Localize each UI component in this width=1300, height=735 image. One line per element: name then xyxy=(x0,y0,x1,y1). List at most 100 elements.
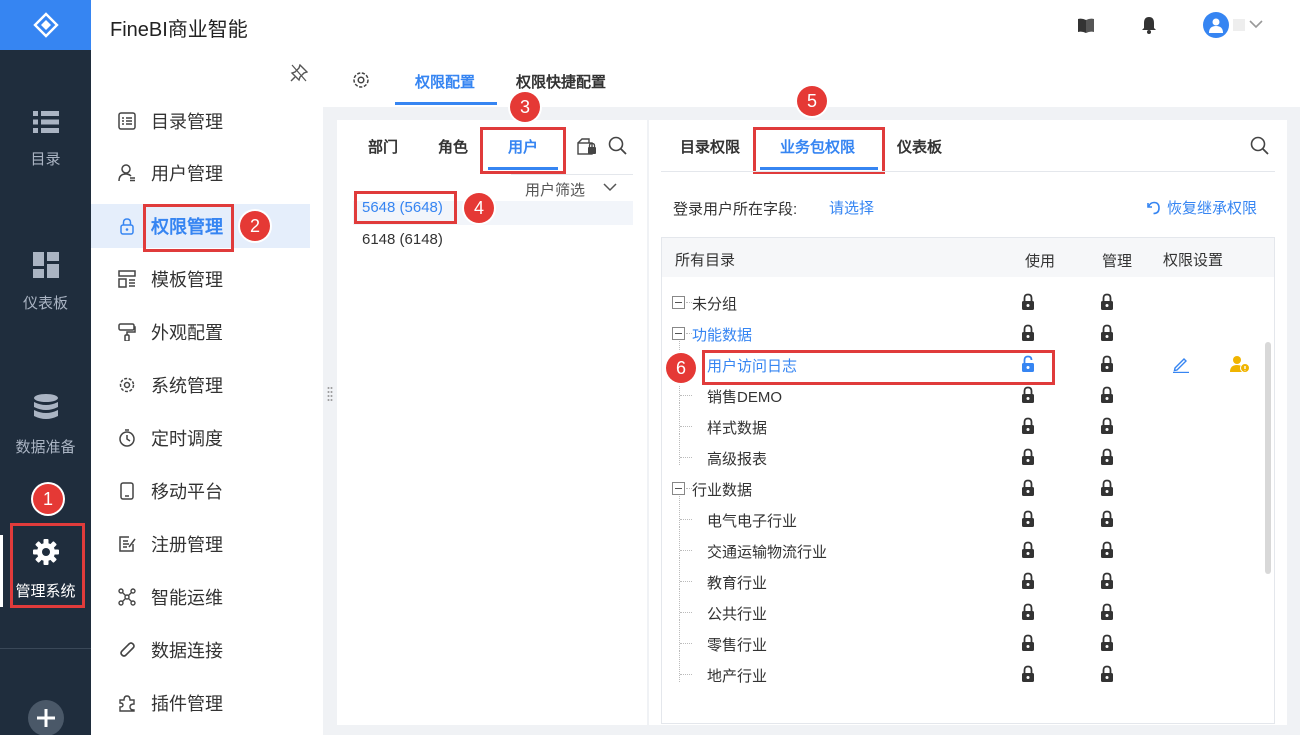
sidebar-item-data-connection[interactable]: 数据连接 xyxy=(91,628,323,672)
sidebar-item-plugins[interactable]: 插件管理 xyxy=(91,681,323,725)
sidebar-item-label: 模板管理 xyxy=(151,270,223,290)
sidebar-item-templates[interactable]: 模板管理 xyxy=(91,257,323,301)
sidebar-item-register[interactable]: 注册管理 xyxy=(91,522,323,566)
manage-lock-icon[interactable] xyxy=(1100,355,1114,376)
use-lock-icon[interactable] xyxy=(1021,386,1035,407)
lock-icon xyxy=(120,218,134,235)
resize-handle[interactable] xyxy=(327,386,333,402)
manage-lock-icon[interactable] xyxy=(1100,479,1114,500)
collapse-toggle[interactable] xyxy=(672,296,685,309)
logo[interactable] xyxy=(0,0,91,50)
tree-row[interactable]: 交通运输物流行业 xyxy=(669,527,1259,566)
tree-item-label[interactable]: 功能数据 xyxy=(692,324,752,345)
use-lock-icon[interactable] xyxy=(1021,479,1035,500)
use-lock-icon[interactable] xyxy=(1021,634,1035,655)
manage-lock-icon[interactable] xyxy=(1100,665,1114,686)
tree-row[interactable]: 电气电子行业 xyxy=(669,496,1259,535)
tree-item-label[interactable]: 行业数据 xyxy=(692,479,752,500)
tree-item-label[interactable]: 高级报表 xyxy=(707,448,767,469)
tree-item-label[interactable]: 样式数据 xyxy=(707,417,767,438)
use-lock-icon[interactable] xyxy=(1021,293,1035,314)
tree-row[interactable]: 地产行业 xyxy=(669,651,1259,690)
active-tab-underline xyxy=(395,102,497,105)
tab-dashboard[interactable]: 仪表板 xyxy=(897,136,942,157)
tree-row[interactable]: 未分组 xyxy=(669,287,1259,318)
use-lock-icon[interactable] xyxy=(1021,572,1035,593)
highlight-box-user-tab xyxy=(480,127,566,174)
tree-row[interactable]: 功能数据 xyxy=(669,318,1259,349)
tree-row[interactable]: 行业数据 xyxy=(669,473,1259,504)
edit-icon[interactable] xyxy=(1172,355,1190,373)
tab-catalog-permission[interactable]: 目录权限 xyxy=(680,136,740,157)
tree-item-label[interactable]: 教育行业 xyxy=(707,572,767,593)
lock-folder-icon[interactable] xyxy=(577,137,597,155)
rail-item-catalog[interactable]: 目录 xyxy=(0,110,91,169)
manage-lock-icon[interactable] xyxy=(1100,541,1114,562)
restore-inherit-button[interactable]: 恢复继承权限 xyxy=(1145,197,1257,218)
sidebar-item-scheduler[interactable]: 定时调度 xyxy=(91,416,323,460)
manage-lock-icon[interactable] xyxy=(1100,293,1114,314)
manage-lock-icon[interactable] xyxy=(1100,572,1114,593)
book-icon[interactable] xyxy=(1077,18,1095,34)
scrollbar[interactable] xyxy=(1265,342,1271,574)
user-list-item[interactable]: 6148 (6148) xyxy=(362,231,443,248)
tab-permission-quick-config[interactable]: 权限快捷配置 xyxy=(516,71,606,92)
tree-item-label[interactable]: 地产行业 xyxy=(707,665,767,686)
chevron-down-icon xyxy=(603,183,617,192)
sidebar-item-catalog[interactable]: 目录管理 xyxy=(91,99,323,143)
tab-permission-config[interactable]: 权限配置 xyxy=(415,71,475,92)
chevron-down-icon[interactable] xyxy=(1249,20,1263,29)
manage-lock-icon[interactable] xyxy=(1100,510,1114,531)
sidebar-item-appearance[interactable]: 外观配置 xyxy=(91,310,323,354)
manage-lock-icon[interactable] xyxy=(1100,417,1114,438)
collapse-toggle[interactable] xyxy=(672,327,685,340)
tree-row[interactable]: 样式数据 xyxy=(669,403,1259,442)
use-lock-icon[interactable] xyxy=(1021,448,1035,469)
tree-row[interactable]: 公共行业 xyxy=(669,589,1259,628)
sidebar-item-system[interactable]: 系统管理 xyxy=(91,363,323,407)
manage-lock-icon[interactable] xyxy=(1100,634,1114,655)
tab-role[interactable]: 角色 xyxy=(438,136,468,157)
manage-lock-icon[interactable] xyxy=(1100,603,1114,624)
rail-item-dashboard[interactable]: 仪表板 xyxy=(0,252,91,313)
tree-item-label[interactable]: 公共行业 xyxy=(707,603,767,624)
tree-item-label[interactable]: 电气电子行业 xyxy=(707,510,797,531)
collapse-toggle[interactable] xyxy=(672,482,685,495)
sidebar-item-users[interactable]: 用户管理 xyxy=(91,151,323,195)
rail-item-data-prep[interactable]: 数据准备 xyxy=(0,394,91,457)
manage-lock-icon[interactable] xyxy=(1100,324,1114,345)
tree-row[interactable]: 教育行业 xyxy=(669,558,1259,597)
gear-icon xyxy=(119,377,135,393)
use-lock-icon[interactable] xyxy=(1021,603,1035,624)
search-icon[interactable] xyxy=(608,136,627,155)
tab-department[interactable]: 部门 xyxy=(368,136,398,157)
login-field-select[interactable]: 请选择 xyxy=(829,197,874,218)
search-icon[interactable] xyxy=(1250,136,1269,155)
bell-icon[interactable] xyxy=(1141,16,1157,34)
manage-lock-icon[interactable] xyxy=(1100,448,1114,469)
minus-icon xyxy=(675,488,682,489)
tree-item-label[interactable]: 交通运输物流行业 xyxy=(707,541,827,562)
username-placeholder xyxy=(1233,19,1245,31)
tree-item-label[interactable]: 销售DEMO xyxy=(707,386,782,407)
use-lock-icon[interactable] xyxy=(1021,541,1035,562)
user-filter-dropdown[interactable]: 用户筛选 xyxy=(511,174,633,201)
highlight-box-admin xyxy=(10,523,85,608)
add-button[interactable] xyxy=(28,700,64,735)
minus-icon xyxy=(675,333,682,334)
sidebar-item-mobile[interactable]: 移动平台 xyxy=(91,469,323,513)
use-lock-icon[interactable] xyxy=(1021,417,1035,438)
pin-icon[interactable] xyxy=(290,64,308,82)
tree-item-label[interactable]: 零售行业 xyxy=(707,634,767,655)
avatar[interactable] xyxy=(1203,12,1229,38)
sidebar-item-ops[interactable]: 智能运维 xyxy=(91,575,323,619)
use-lock-icon[interactable] xyxy=(1021,665,1035,686)
use-lock-icon[interactable] xyxy=(1021,324,1035,345)
tree-item-label[interactable]: 未分组 xyxy=(692,293,737,314)
tree-row[interactable]: 高级报表 xyxy=(669,434,1259,473)
manage-lock-icon[interactable] xyxy=(1100,386,1114,407)
use-lock-icon[interactable] xyxy=(1021,510,1035,531)
user-permission-icon[interactable] xyxy=(1230,355,1250,373)
settings-icon[interactable] xyxy=(351,70,371,90)
tree-row[interactable]: 零售行业 xyxy=(669,620,1259,659)
